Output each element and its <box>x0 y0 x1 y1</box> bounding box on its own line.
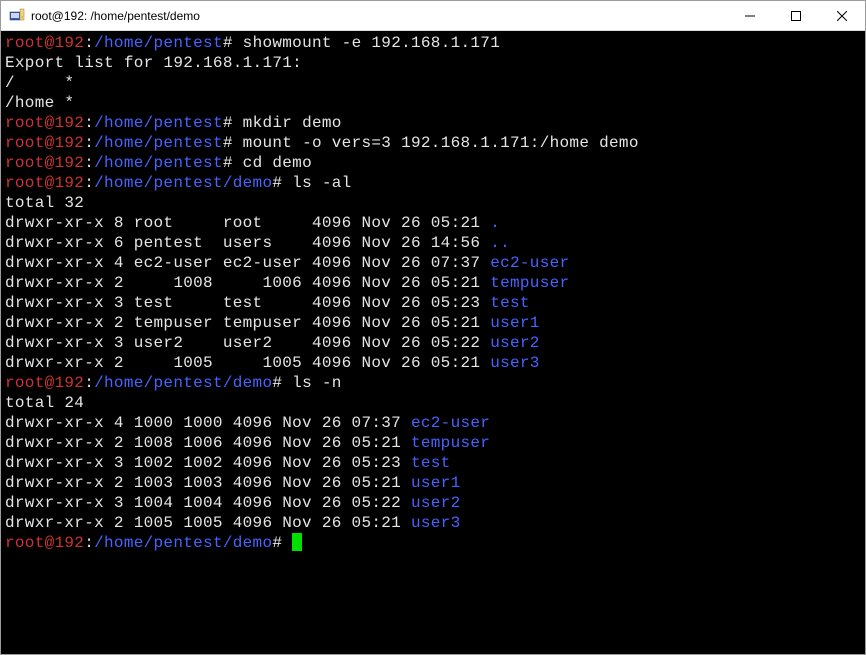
cmd-showmount: showmount -e 192.168.1.171 <box>233 34 500 52</box>
prompt-suffix: # <box>272 374 282 392</box>
cmd-mkdir: mkdir demo <box>233 114 342 132</box>
ls-dirname: . <box>490 214 500 232</box>
prompt-colon: : <box>84 134 94 152</box>
prompt-path: /home/pentest <box>94 34 223 52</box>
window-title: root@192: /home/pentest/demo <box>31 9 727 23</box>
ls-row: drwxr-xr-x 3 user2 user2 4096 Nov 26 05:… <box>5 334 490 352</box>
cmd-cd: cd demo <box>233 154 312 172</box>
export-header: Export list for 192.168.1.171: <box>5 54 302 72</box>
prompt-path: /home/pentest/demo <box>94 534 272 552</box>
close-button[interactable] <box>819 1 865 31</box>
ls-dirname: test <box>490 294 530 312</box>
export-line: /home * <box>5 94 74 112</box>
ls-row: drwxr-xr-x 8 root root 4096 Nov 26 05:21 <box>5 214 490 232</box>
total-line: total 32 <box>5 194 84 212</box>
prompt-colon: : <box>84 534 94 552</box>
ls-row: drwxr-xr-x 2 1005 1005 4096 Nov 26 05:21 <box>5 354 490 372</box>
prompt-user: root@192 <box>5 374 84 392</box>
ls-row: drwxr-xr-x 4 ec2-user ec2-user 4096 Nov … <box>5 254 490 272</box>
ls-row: drwxr-xr-x 6 pentest users 4096 Nov 26 1… <box>5 234 490 252</box>
prompt-path: /home/pentest <box>94 114 223 132</box>
total-line: total 24 <box>5 394 84 412</box>
prompt-user: root@192 <box>5 134 84 152</box>
ls-row: drwxr-xr-x 2 1003 1003 4096 Nov 26 05:21 <box>5 474 411 492</box>
minimize-button[interactable] <box>727 1 773 31</box>
prompt-colon: : <box>84 374 94 392</box>
ls-dirname: user3 <box>411 514 461 532</box>
ls-row: drwxr-xr-x 2 1008 1006 4096 Nov 26 05:21 <box>5 434 411 452</box>
ls-dirname: tempuser <box>411 434 490 452</box>
prompt-user: root@192 <box>5 174 84 192</box>
prompt-path: /home/pentest/demo <box>94 374 272 392</box>
maximize-button[interactable] <box>773 1 819 31</box>
prompt-colon: : <box>84 34 94 52</box>
ls-dirname: test <box>411 454 451 472</box>
prompt-colon: : <box>84 154 94 172</box>
prompt-user: root@192 <box>5 34 84 52</box>
prompt-user: root@192 <box>5 154 84 172</box>
putty-icon <box>9 8 25 24</box>
ls-dirname: user3 <box>490 354 540 372</box>
prompt-suffix: # <box>272 534 282 552</box>
prompt-colon: : <box>84 114 94 132</box>
ls-dirname: .. <box>490 234 510 252</box>
ls-row: drwxr-xr-x 3 1004 1004 4096 Nov 26 05:22 <box>5 494 411 512</box>
ls-row: drwxr-xr-x 2 1008 1006 4096 Nov 26 05:21 <box>5 274 490 292</box>
export-line: / * <box>5 74 74 92</box>
ls-dirname: tempuser <box>490 274 569 292</box>
window-controls <box>727 1 865 30</box>
prompt-suffix: # <box>272 174 282 192</box>
ls-dirname: user1 <box>411 474 461 492</box>
terminal[interactable]: root@192:/home/pentest# showmount -e 192… <box>1 31 865 654</box>
prompt-suffix: # <box>223 114 233 132</box>
ls-dirname: user1 <box>490 314 540 332</box>
ls-row: drwxr-xr-x 2 1005 1005 4096 Nov 26 05:21 <box>5 514 411 532</box>
prompt-path: /home/pentest <box>94 154 223 172</box>
ls-dirname: ec2-user <box>490 254 569 272</box>
prompt-user: root@192 <box>5 534 84 552</box>
prompt-path: /home/pentest <box>94 134 223 152</box>
prompt-path: /home/pentest/demo <box>94 174 272 192</box>
titlebar[interactable]: root@192: /home/pentest/demo <box>1 1 865 31</box>
ls-row: drwxr-xr-x 2 tempuser tempuser 4096 Nov … <box>5 314 490 332</box>
prompt-suffix: # <box>223 134 233 152</box>
ls-row: drwxr-xr-x 3 test test 4096 Nov 26 05:23 <box>5 294 490 312</box>
cmd-lsal: ls -al <box>282 174 351 192</box>
cmd-lsn: ls -n <box>282 374 341 392</box>
ls-row: drwxr-xr-x 4 1000 1000 4096 Nov 26 07:37 <box>5 414 411 432</box>
ls-dirname: user2 <box>411 494 461 512</box>
cmd-mount: mount -o vers=3 192.168.1.171:/home demo <box>233 134 639 152</box>
window-frame: root@192: /home/pentest/demo root@192:/h… <box>0 0 866 655</box>
ls-row: drwxr-xr-x 3 1002 1002 4096 Nov 26 05:23 <box>5 454 411 472</box>
prompt-suffix: # <box>223 154 233 172</box>
ls-dirname: user2 <box>490 334 540 352</box>
ls-dirname: ec2-user <box>411 414 490 432</box>
cursor <box>292 533 302 551</box>
prompt-colon: : <box>84 174 94 192</box>
prompt-suffix: # <box>223 34 233 52</box>
prompt-user: root@192 <box>5 114 84 132</box>
